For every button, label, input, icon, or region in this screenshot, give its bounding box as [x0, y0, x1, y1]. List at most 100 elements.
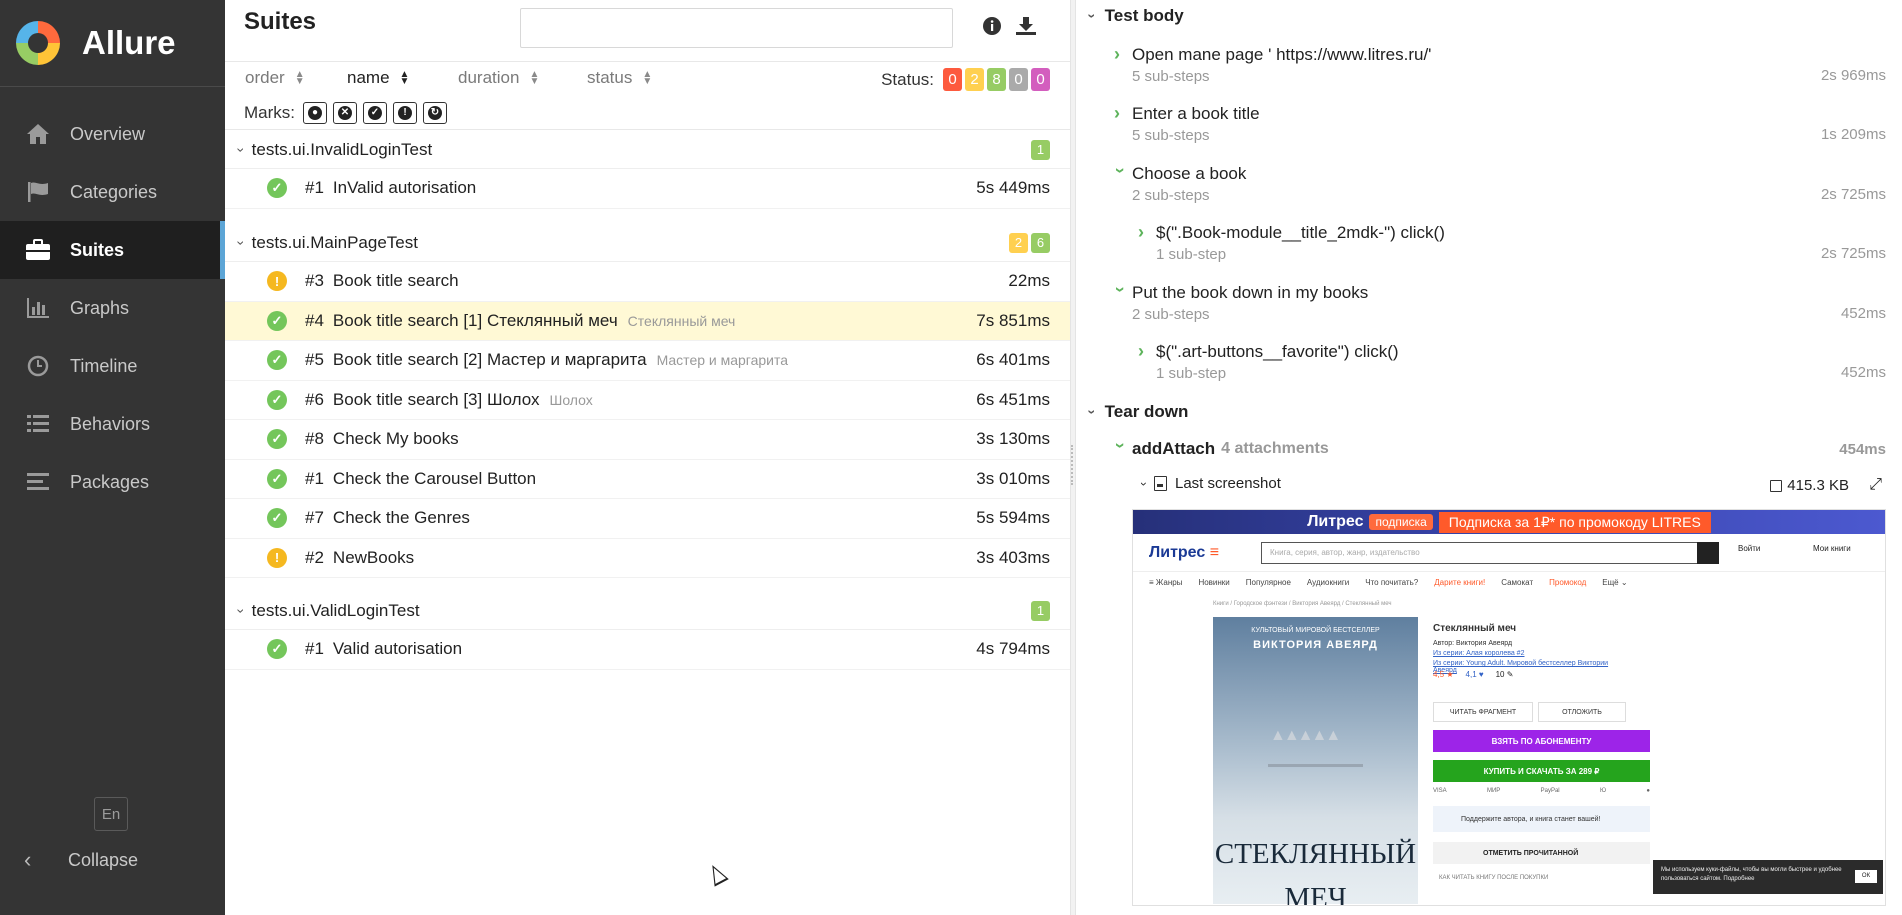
test-row[interactable]: ✓ #8 Check My books 3s 130ms	[225, 420, 1070, 460]
test-name: Check My books	[332, 429, 459, 449]
chevron-right-icon: ›	[1138, 222, 1144, 242]
exclamation-circle-icon: !	[267, 547, 287, 568]
sort-order[interactable]: order ▲ ▼	[245, 68, 305, 88]
preview-menu-item: Самокат	[1501, 577, 1534, 587]
test-name: Book title search	[332, 271, 459, 291]
chevron-down-icon: ›	[1110, 167, 1131, 174]
status-passed-toggle[interactable]: 8	[987, 68, 1006, 91]
test-row[interactable]: ! #2 NewBooks 3s 403ms	[225, 539, 1070, 578]
step-item[interactable]: › Choose a book 2 sub-steps 2s 725ms	[1111, 163, 1887, 205]
preview-rating: 4,5 ★ 4,1 ♥ 10 ✎	[1433, 670, 1525, 679]
screenshot-preview[interactable]: Литрес подписка Подписка за 1₽* по промо…	[1132, 509, 1886, 906]
suite-header[interactable]: › tests.ui.InvalidLoginTest 1	[225, 131, 1070, 169]
test-body-section[interactable]: › Test body	[1084, 6, 1183, 26]
check-circle-icon: ✓	[267, 178, 287, 199]
screenshot-attachment[interactable]: › Last screenshot	[1137, 475, 1281, 492]
test-row[interactable]: ! #3 Book title search 22ms	[225, 262, 1070, 302]
preview-cookie-text: Мы используем куки-файлы, чтобы вы могли…	[1661, 867, 1842, 882]
sidebar: Allure Overview Categories Suites Graphs	[0, 0, 225, 915]
sidebar-item-timeline[interactable]: Timeline	[0, 337, 225, 395]
test-row[interactable]: ✓ #6 Book title search [3] Шолох Шолох 6…	[225, 381, 1070, 420]
exclamation-circle-icon: !	[267, 271, 287, 292]
crown-image	[1268, 727, 1363, 767]
preview-menu-item: Новинки	[1198, 577, 1230, 587]
suite-header[interactable]: › tests.ui.ValidLoginTest 1	[225, 592, 1070, 630]
sidebar-item-packages[interactable]: Packages	[0, 453, 225, 511]
mark-new-passed-toggle[interactable]: ✓	[363, 102, 387, 124]
broken-count-badge: 2	[1009, 232, 1028, 253]
preview-banner-promo: Подписка за 1₽* по промокоду LITRES	[1438, 511, 1711, 533]
test-row[interactable]: ✓ #1 InValid autorisation 5s 449ms	[225, 169, 1070, 209]
bar-chart-icon	[24, 297, 52, 319]
language-button[interactable]: En	[94, 797, 128, 831]
chevron-down-icon: ›	[1110, 442, 1131, 449]
passed-count-badge: 6	[1031, 232, 1050, 253]
step-substeps: 5 sub-steps	[1132, 68, 1210, 85]
fullscreen-icon[interactable]: ⤢	[1869, 476, 1882, 494]
collapse-button[interactable]: ‹ Collapse	[24, 847, 138, 873]
test-row[interactable]: ✓ #1 Valid autorisation 4s 794ms	[225, 630, 1070, 670]
status-skipped-toggle[interactable]: 0	[1009, 68, 1028, 91]
sort-duration[interactable]: duration ▲ ▼	[458, 68, 539, 88]
info-icon[interactable]	[980, 14, 1004, 38]
mark-flaky-toggle[interactable]: ●	[303, 102, 327, 124]
step-duration: 452ms	[1840, 305, 1886, 322]
status-failed-toggle[interactable]: 0	[943, 68, 962, 91]
suite-badges: 2 6	[1006, 232, 1050, 253]
check-circle-icon: ✓	[267, 350, 287, 371]
test-duration: 5s 594ms	[976, 508, 1050, 528]
chevron-down-icon: ›	[1084, 13, 1101, 19]
test-row[interactable]: ✓ #1 Check the Carousel Button 3s 010ms	[225, 460, 1070, 499]
test-param: Шолох	[549, 391, 593, 408]
preview-author: Автор: Виктория Авеярд	[1433, 640, 1513, 647]
attach-step[interactable]: › addAttach 4 attachments	[1111, 438, 1329, 459]
test-row[interactable]: ✓ #5 Book title search [2] Мастер и марг…	[225, 341, 1070, 381]
sort-status[interactable]: status ▲ ▼	[587, 68, 652, 88]
drag-handle-icon	[1071, 445, 1073, 485]
step-item[interactable]: › Open mane page ' https://www.litres.ru/…	[1114, 44, 1886, 85]
sidebar-item-suites[interactable]: Suites	[0, 221, 225, 279]
preview-menu-item: Ещё ⌄	[1602, 577, 1628, 587]
mark-new-failed-toggle[interactable]: ✕	[333, 102, 357, 124]
status-broken-toggle[interactable]: 2	[965, 68, 984, 91]
test-row-selected[interactable]: ✓ #4 Book title search [1] Стеклянный ме…	[225, 301, 1070, 341]
test-name: NewBooks	[332, 547, 415, 567]
sidebar-item-overview[interactable]: Overview	[0, 105, 225, 163]
sidebar-item-categories[interactable]: Categories	[0, 163, 225, 221]
preview-menu-item: Дарите книги!	[1434, 577, 1486, 587]
step-duration: 2s 725ms	[1820, 245, 1886, 262]
step-item[interactable]: › $(".Book-module__title_2mdk-") click() …	[1138, 222, 1886, 263]
suite-badges: 1	[1028, 600, 1050, 621]
test-duration: 3s 130ms	[976, 429, 1050, 449]
sort-status-label: status	[587, 68, 633, 87]
test-duration: 4s 794ms	[976, 639, 1050, 659]
chevron-right-icon: ›	[1114, 103, 1120, 123]
suites-header: Suites	[225, 0, 1070, 62]
attach-duration: 454ms	[1839, 441, 1886, 458]
flag-icon	[24, 181, 52, 203]
sort-name[interactable]: name ▲ ▼	[347, 68, 409, 88]
save-icon	[1770, 479, 1783, 492]
sidebar-item-behaviors[interactable]: Behaviors	[0, 395, 225, 453]
sidebar-item-graphs[interactable]: Graphs	[0, 279, 225, 337]
logo[interactable]: Allure	[0, 0, 225, 87]
status-unknown-toggle[interactable]: 0	[1031, 68, 1050, 91]
tear-down-section[interactable]: › Tear down	[1084, 402, 1188, 422]
search-input[interactable]	[520, 8, 953, 48]
preview-my-books: Мои книги	[1813, 544, 1851, 553]
step-duration: 1s 209ms	[1820, 126, 1886, 143]
step-item[interactable]: › $(".art-buttons__favorite") click() 1 s…	[1138, 341, 1886, 382]
test-duration: 3s 010ms	[976, 468, 1050, 488]
preview-pay-method: МИР	[1487, 788, 1501, 794]
download-icon[interactable]	[1014, 14, 1038, 38]
mark-new-broken-toggle[interactable]: !	[393, 102, 417, 124]
step-item[interactable]: › Put the book down in my books 2 sub-ste…	[1111, 282, 1887, 324]
mark-retries-toggle[interactable]: ↻	[423, 102, 447, 124]
test-row[interactable]: ✓ #7 Check the Genres 5s 594ms	[225, 499, 1070, 539]
test-details-pane: › Test body › Open mane page ' https://ww…	[1076, 0, 1902, 915]
step-item[interactable]: › Enter a book title 5 sub-steps 1s 209ms	[1114, 103, 1886, 144]
chevron-down-icon: ›	[1137, 481, 1151, 486]
suite-header[interactable]: › tests.ui.MainPageTest 2 6	[225, 224, 1070, 262]
test-name: InValid autorisation	[332, 178, 477, 198]
chevron-down-icon: ›	[1110, 286, 1131, 293]
